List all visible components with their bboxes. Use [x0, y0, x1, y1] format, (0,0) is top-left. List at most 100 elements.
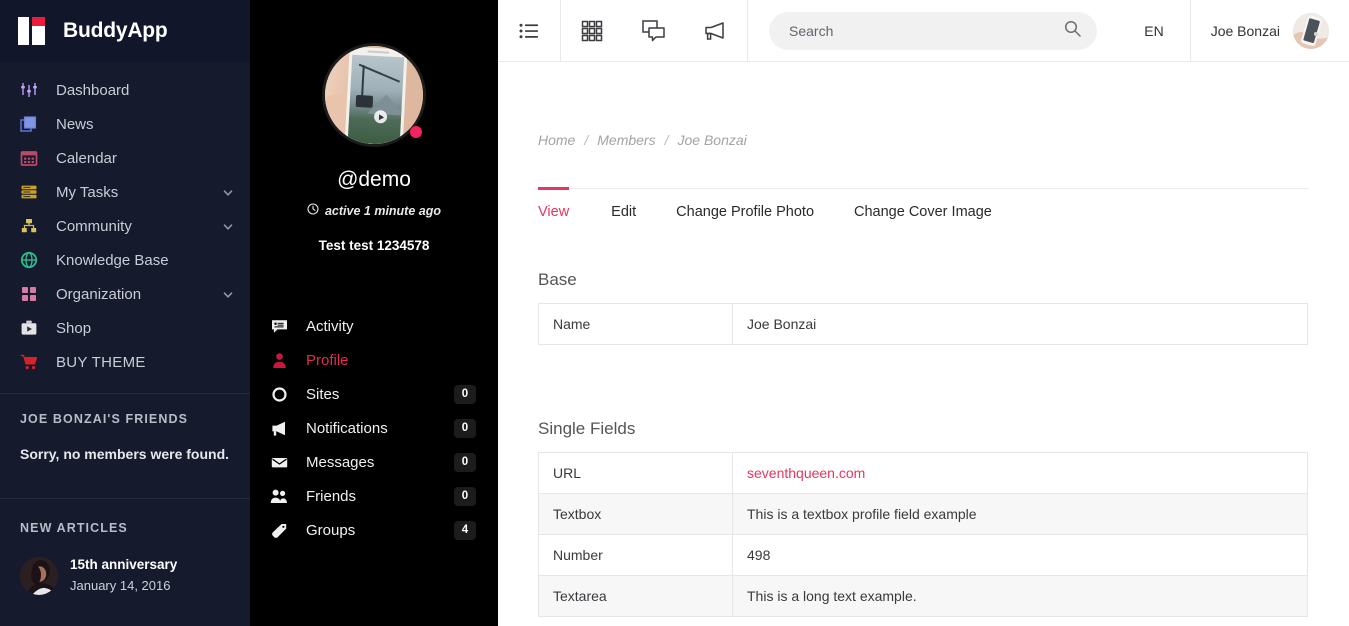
- table-row: Textarea This is a long text example.: [538, 575, 1308, 617]
- breadcrumb-item-members[interactable]: Members: [597, 132, 655, 148]
- sidebar-item-community[interactable]: Community: [0, 209, 250, 243]
- friends-widget-empty-text: Sorry, no members were found.: [20, 446, 230, 462]
- grid-apps-icon[interactable]: [561, 0, 623, 62]
- breadcrumb-separator: /: [584, 132, 589, 148]
- article-meta: 15th anniversary January 14, 2016: [70, 555, 177, 597]
- buddyapp-logo-icon: [18, 14, 50, 48]
- breadcrumb-item-home[interactable]: Home: [538, 132, 575, 148]
- articles-widget-title: NEW ARTICLES: [20, 521, 128, 535]
- sidebar-item-label: My Tasks: [56, 183, 119, 201]
- tab-view[interactable]: View: [538, 187, 591, 232]
- profile-nav-label: Messages: [306, 453, 375, 471]
- left-sidebar: BuddyApp Dashboard News Calendar My Task…: [0, 0, 250, 626]
- profile-tagline: Test test 1234578: [318, 238, 430, 253]
- profile-nav-friends[interactable]: Friends 0: [250, 479, 498, 513]
- tab-edit[interactable]: Edit: [591, 189, 656, 232]
- table-row: Textbox This is a textbox profile field …: [538, 493, 1308, 535]
- users-icon: [269, 486, 289, 506]
- base-fields-table: Name Joe Bonzai: [538, 303, 1308, 345]
- list-menu-icon[interactable]: [498, 0, 560, 62]
- brand-name: BuddyApp: [63, 19, 168, 42]
- articles-widget: NEW ARTICLES 15th anniversary January 14…: [0, 499, 250, 607]
- profile-nav-label: Profile: [306, 351, 349, 369]
- field-value: This is a textbox profile field example: [732, 493, 1308, 535]
- section-title-single-fields: Single Fields: [538, 419, 636, 438]
- server-list-icon: [18, 181, 40, 203]
- sidebar-item-my-tasks[interactable]: My Tasks: [0, 175, 250, 209]
- circle-sites-icon: [269, 384, 289, 404]
- brand-logo[interactable]: BuddyApp: [0, 0, 250, 62]
- copy-pages-icon: [18, 113, 40, 135]
- profile-nav-groups[interactable]: Groups 4: [250, 513, 498, 547]
- search-box[interactable]: [769, 11, 1098, 50]
- profile-nav-count: 0: [454, 452, 476, 472]
- breadcrumb-separator: /: [664, 132, 669, 148]
- table-row: URL seventhqueen.com: [538, 452, 1308, 494]
- sitemap-icon: [18, 215, 40, 237]
- section-title-base: Base: [538, 270, 577, 289]
- user-avatar: [1293, 12, 1329, 49]
- chevron-down-icon[interactable]: [222, 186, 234, 198]
- article-thumbnail: [20, 556, 58, 595]
- briefcase-play-icon: [18, 317, 40, 339]
- sidebar-item-label: News: [56, 115, 94, 133]
- profile-nav-label: Activity: [306, 317, 354, 335]
- main-area: EN Joe Bonzai Home / Members: [498, 0, 1349, 626]
- field-value: This is a long text example.: [732, 575, 1308, 617]
- sidebar-item-knowledge-base[interactable]: Knowledge Base: [0, 243, 250, 277]
- tab-change-profile-photo[interactable]: Change Profile Photo: [656, 189, 834, 232]
- sidebar-item-calendar[interactable]: Calendar: [0, 141, 250, 175]
- envelope-icon: [269, 452, 289, 472]
- list-item[interactable]: 15th anniversary January 14, 2016: [20, 555, 230, 597]
- sidebar-item-buy-theme[interactable]: BUY THEME: [0, 345, 250, 379]
- online-status-dot: [410, 126, 422, 138]
- clock-icon: [307, 203, 319, 218]
- topbar-user[interactable]: Joe Bonzai: [1189, 0, 1349, 62]
- sliders-icon: [18, 79, 40, 101]
- profile-tabs: View Edit Change Profile Photo Change Co…: [538, 187, 1309, 232]
- sidebar-item-label: BUY THEME: [56, 353, 146, 371]
- profile-nav-messages[interactable]: Messages 0: [250, 445, 498, 479]
- profile-nav-profile[interactable]: Profile: [250, 343, 498, 377]
- shopping-cart-icon: [18, 351, 40, 373]
- topbar-search-area: [748, 11, 1118, 50]
- profile-nav-sites[interactable]: Sites 0: [250, 377, 498, 411]
- sidebar-item-shop[interactable]: Shop: [0, 311, 250, 345]
- calendar-icon: [18, 147, 40, 169]
- grid-squares-icon: [18, 283, 40, 305]
- profile-avatar-wrap[interactable]: [322, 43, 426, 147]
- field-key: Number: [538, 534, 733, 576]
- megaphone-icon[interactable]: [685, 0, 747, 62]
- search-icon[interactable]: [1064, 20, 1082, 42]
- sidebar-item-news[interactable]: News: [0, 107, 250, 141]
- sidebar-item-organization[interactable]: Organization: [0, 277, 250, 311]
- sidebar-item-label: Calendar: [56, 149, 117, 167]
- field-key: Textarea: [538, 575, 733, 617]
- chat-bubbles-icon[interactable]: [623, 0, 685, 62]
- single-fields-table: URL seventhqueen.com Textbox This is a t…: [538, 452, 1308, 617]
- language-selector[interactable]: EN: [1118, 23, 1189, 39]
- sidebar-item-label: Knowledge Base: [56, 251, 169, 269]
- globe-icon: [18, 249, 40, 271]
- profile-nav-label: Groups: [306, 521, 356, 539]
- sidebar-item-label: Community: [56, 217, 132, 235]
- tab-change-cover-image[interactable]: Change Cover Image: [834, 189, 1012, 232]
- topbar-user-name: Joe Bonzai: [1210, 22, 1280, 39]
- search-input[interactable]: [789, 22, 1065, 39]
- profile-nav-label: Friends: [306, 487, 357, 505]
- field-value: 498: [732, 534, 1308, 576]
- sidebar-item-dashboard[interactable]: Dashboard: [0, 73, 250, 107]
- breadcrumb: Home / Members / Joe Bonzai: [538, 132, 1309, 148]
- field-value-link[interactable]: seventhqueen.com: [747, 465, 865, 481]
- sidebar-item-label: Organization: [56, 285, 142, 303]
- tag-icon: [269, 520, 289, 540]
- chevron-down-icon[interactable]: [222, 288, 234, 300]
- field-value: Joe Bonzai: [732, 303, 1308, 345]
- profile-nav-count: 0: [454, 384, 476, 404]
- profile-nav-activity[interactable]: Activity: [250, 309, 498, 343]
- profile-nav-label: Notifications: [306, 419, 388, 437]
- chevron-down-icon[interactable]: [222, 220, 234, 232]
- profile-nav-notifications[interactable]: Notifications 0: [250, 411, 498, 445]
- profile-nav-count: 4: [454, 520, 476, 540]
